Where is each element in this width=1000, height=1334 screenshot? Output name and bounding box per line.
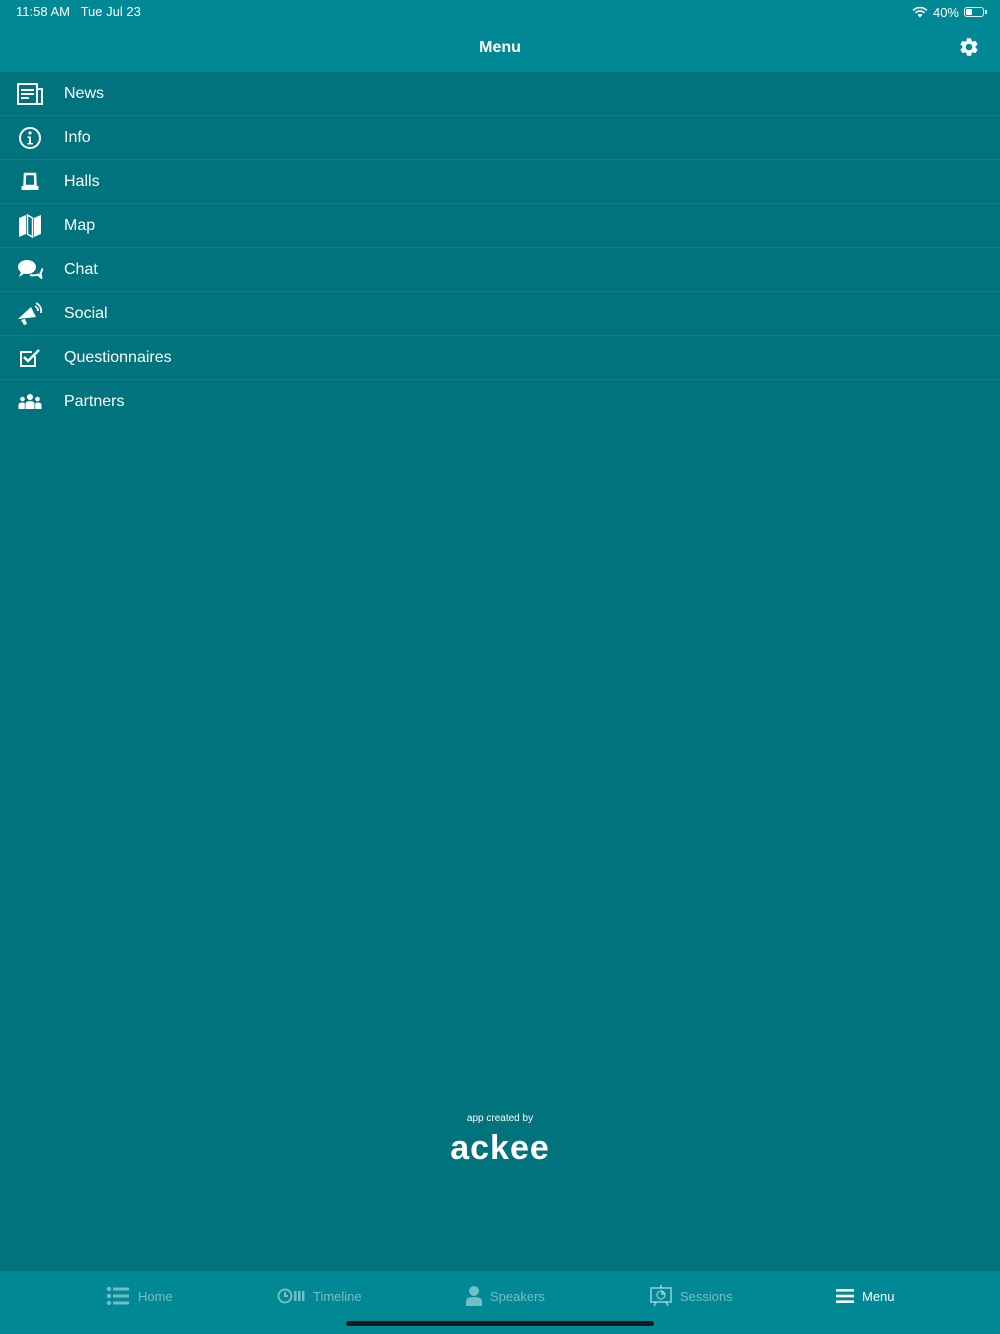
list-icon xyxy=(106,1286,129,1306)
tab-label: Menu xyxy=(862,1288,895,1304)
presentation-icon xyxy=(650,1285,672,1307)
tab-label: Speakers xyxy=(490,1288,545,1304)
tab-label: Timeline xyxy=(313,1288,362,1304)
tab-timeline[interactable]: Timeline xyxy=(277,1285,362,1307)
wifi-icon xyxy=(912,6,928,18)
tab-home[interactable]: Home xyxy=(106,1285,173,1307)
chat-icon xyxy=(16,256,44,284)
menu-item-label: Map xyxy=(64,216,96,234)
newspaper-icon xyxy=(16,80,44,108)
tab-label: Home xyxy=(138,1288,173,1304)
checkbox-icon xyxy=(16,344,44,372)
credit-caption: app created by xyxy=(466,1113,534,1124)
battery-percent: 40% xyxy=(932,4,959,20)
menu-item-news[interactable]: News xyxy=(0,72,1000,116)
menu-item-label: Info xyxy=(64,128,91,146)
status-bar-time: 11:58 AM Tue Jul 23 xyxy=(16,4,141,20)
map-icon xyxy=(16,212,44,240)
status-bar-right: 40% xyxy=(912,4,987,20)
menu-item-label: Questionnaires xyxy=(64,348,172,366)
top-bar: 11:58 AM Tue Jul 23 40% Menu xyxy=(0,0,1000,72)
menu-item-social[interactable]: Social xyxy=(0,292,1000,336)
app-credit: app created by ackee xyxy=(0,1112,1000,1168)
menu-item-label: Partners xyxy=(64,393,125,410)
tab-sessions[interactable]: Sessions xyxy=(650,1285,733,1307)
tab-label: Sessions xyxy=(680,1288,733,1304)
status-date: Tue Jul 23 xyxy=(80,4,141,19)
menu-item-partners[interactable]: Partners xyxy=(0,380,1000,424)
menu-list: News Info Halls Map Chat Social Question… xyxy=(0,72,1000,424)
info-icon xyxy=(16,124,44,152)
menu-screen: 11:58 AM Tue Jul 23 40% Menu News Info H… xyxy=(0,0,1000,1334)
menu-item-info[interactable]: Info xyxy=(0,116,1000,160)
page-title: Menu xyxy=(479,39,521,56)
battery-level xyxy=(966,9,972,15)
person-icon xyxy=(466,1286,482,1306)
megaphone-icon xyxy=(16,300,44,328)
home-indicator[interactable] xyxy=(346,1321,654,1326)
timeline-icon xyxy=(277,1288,305,1304)
group-icon xyxy=(16,388,44,416)
menu-item-label: Social xyxy=(64,304,108,322)
menu-item-label: Halls xyxy=(64,172,100,190)
battery-icon xyxy=(964,7,987,17)
status-time: 11:58 AM xyxy=(16,4,70,19)
hamburger-icon xyxy=(836,1289,854,1303)
menu-item-questionnaires[interactable]: Questionnaires xyxy=(0,336,1000,380)
gear-icon[interactable] xyxy=(958,36,980,58)
hall-icon xyxy=(16,168,44,196)
menu-item-label: News xyxy=(64,84,105,102)
tab-speakers[interactable]: Speakers xyxy=(466,1285,545,1307)
menu-item-label: Chat xyxy=(64,260,98,278)
menu-item-map[interactable]: Map xyxy=(0,204,1000,248)
ackee-logo[interactable]: ackee xyxy=(0,1128,1000,1168)
tab-menu[interactable]: Menu xyxy=(836,1285,895,1307)
menu-item-chat[interactable]: Chat xyxy=(0,248,1000,292)
menu-item-halls[interactable]: Halls xyxy=(0,160,1000,204)
